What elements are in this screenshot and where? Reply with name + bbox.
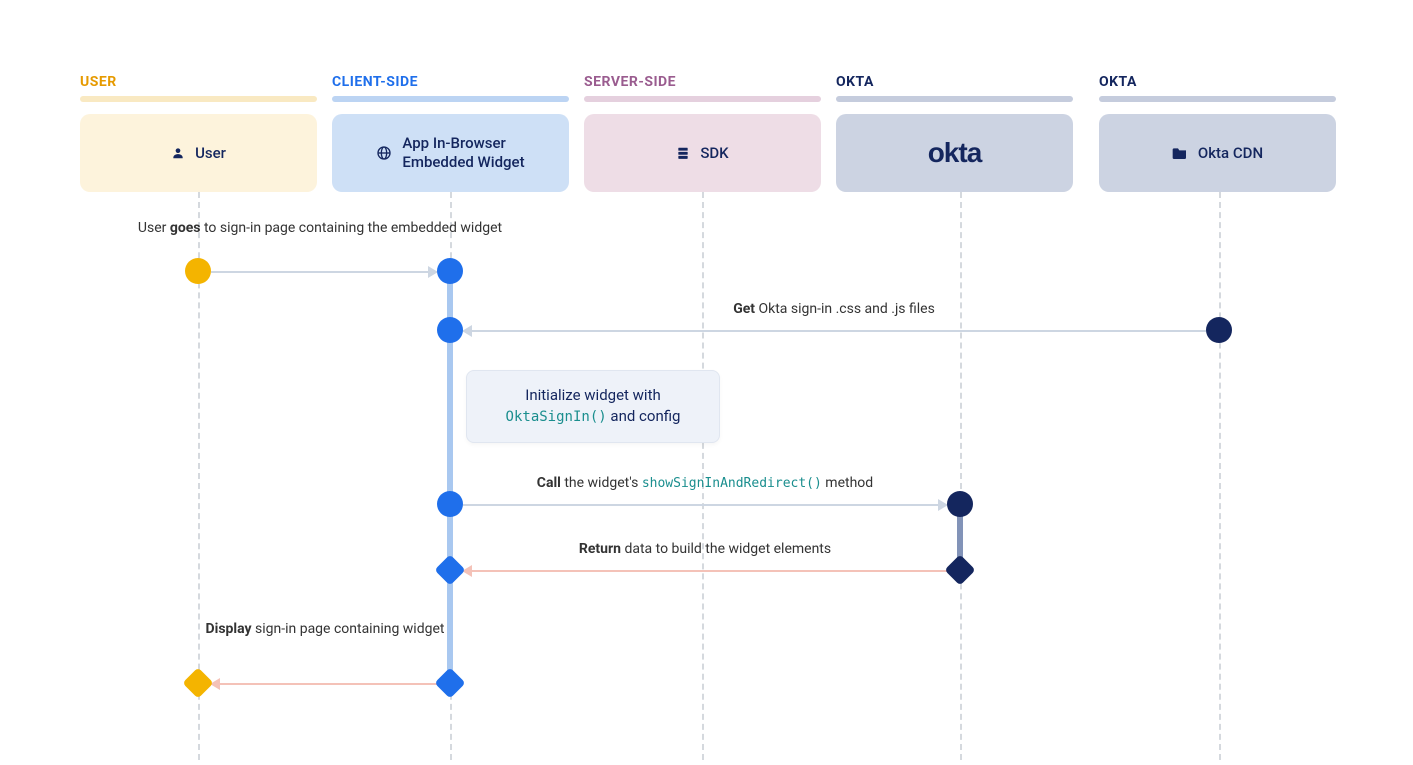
lane-bar-okta — [836, 96, 1073, 102]
lane-bar-cdn — [1099, 96, 1336, 102]
lane-bar-user — [80, 96, 317, 102]
arrow-user-to-client — [211, 271, 437, 273]
node-cdn-1 — [1206, 317, 1232, 343]
arrow-cdn-to-client — [463, 330, 1206, 332]
lane-header-client: CLIENT-SIDE — [332, 74, 418, 90]
node-okta-1 — [947, 491, 973, 517]
lane-box-cdn: Okta CDN — [1099, 114, 1336, 192]
sequence-diagram: USER User CLIENT-SIDE App In-BrowserEmbe… — [0, 0, 1413, 765]
msg-user-goes: User goes to sign-in page containing the… — [120, 219, 520, 239]
lane-label-client: App In-BrowserEmbedded Widget — [402, 134, 524, 172]
lane-bar-client — [332, 96, 569, 102]
lane-label-user: User — [195, 144, 226, 163]
lane-box-okta: okta — [836, 114, 1073, 192]
node-client-2 — [437, 317, 463, 343]
msg-get-files: Get Okta sign-in .css and .js files — [470, 300, 1198, 320]
database-icon — [676, 146, 690, 160]
folder-icon — [1172, 146, 1188, 160]
msg-return-data: Return data to build the widget elements — [460, 540, 950, 560]
lifeline-okta — [960, 192, 962, 760]
lane-header-okta: OKTA — [836, 74, 874, 90]
node-user-1 — [185, 258, 211, 284]
node-user-2 — [182, 667, 213, 698]
lane-label-server: SDK — [700, 144, 728, 163]
msg-display: Display sign-in page containing widget — [200, 620, 450, 640]
arrow-client-to-okta — [463, 504, 947, 506]
lane-box-user: User — [80, 114, 317, 192]
node-client-1 — [437, 258, 463, 284]
node-client-3 — [437, 491, 463, 517]
note-initialize: Initialize widget with OktaSignIn() and … — [466, 370, 720, 443]
arrow-okta-to-client — [463, 570, 947, 572]
lane-header-cdn: OKTA — [1099, 74, 1137, 90]
lane-header-server: SERVER-SIDE — [584, 74, 676, 90]
msg-call-widget: Call the widget's showSignInAndRedirect(… — [460, 474, 950, 494]
lane-bar-server — [584, 96, 821, 102]
arrow-client-to-user — [211, 683, 437, 685]
lane-box-client: App In-BrowserEmbedded Widget — [332, 114, 569, 192]
okta-logo: okta — [928, 137, 982, 169]
user-icon — [171, 146, 185, 160]
lane-label-cdn: Okta CDN — [1198, 144, 1263, 163]
lifeline-cdn — [1219, 192, 1221, 760]
lane-box-server: SDK — [584, 114, 821, 192]
globe-icon — [376, 145, 392, 161]
node-client-5 — [434, 667, 465, 698]
lane-header-user: USER — [80, 74, 117, 90]
